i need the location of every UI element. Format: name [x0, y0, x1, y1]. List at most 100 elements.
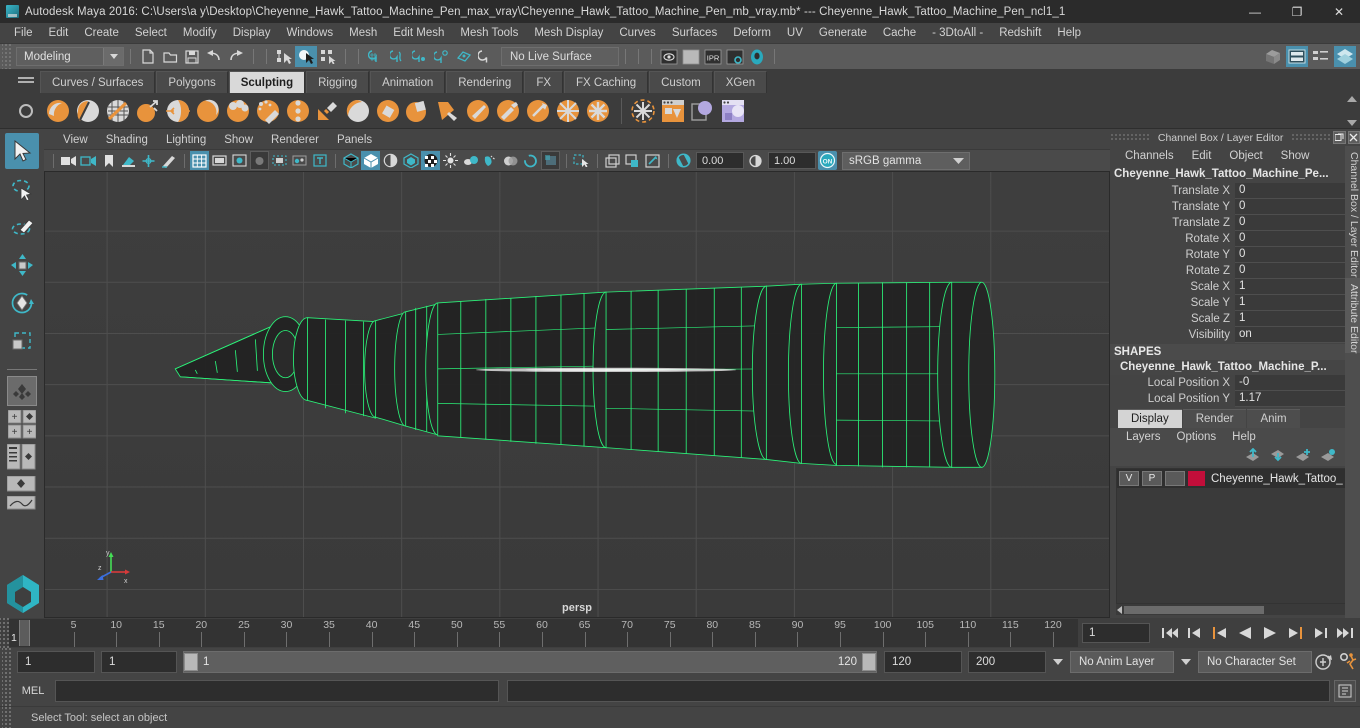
- menu-uv[interactable]: UV: [779, 23, 811, 44]
- ipr-render-icon[interactable]: IPR: [702, 46, 724, 67]
- channel-row-scale-z[interactable]: Scale Z 1: [1110, 311, 1347, 327]
- channel-row-visibility[interactable]: Visibility on: [1110, 327, 1347, 343]
- anim-layer-selector[interactable]: No Anim Layer: [1070, 651, 1174, 673]
- panel-grip[interactable]: [1110, 133, 1150, 142]
- scroll-left-icon[interactable]: [1117, 605, 1122, 614]
- close-icon[interactable]: [1347, 131, 1360, 144]
- menu-cache[interactable]: Cache: [875, 23, 924, 44]
- outliner-persp-layout[interactable]: [7, 442, 37, 472]
- menu-surfaces[interactable]: Surfaces: [664, 23, 725, 44]
- redo-icon[interactable]: [225, 46, 247, 67]
- multisample-aa-icon[interactable]: [501, 151, 520, 170]
- screen-space-ao-icon[interactable]: [461, 151, 480, 170]
- channel-value[interactable]: 1: [1235, 279, 1347, 295]
- channelbox-menu-object[interactable]: Object: [1220, 150, 1271, 162]
- lasso-select-tool[interactable]: [5, 171, 39, 207]
- menu-curves[interactable]: Curves: [611, 23, 663, 44]
- range-start-handle[interactable]: [184, 653, 198, 671]
- channel-box-icon[interactable]: [1334, 46, 1356, 67]
- layer-name[interactable]: Cheyenne_Hawk_Tattoo_: [1208, 473, 1343, 485]
- channel-value[interactable]: 0: [1235, 247, 1347, 263]
- play-backwards-icon[interactable]: [1233, 622, 1256, 644]
- channel-row-rotate-z[interactable]: Rotate Z 0: [1110, 263, 1347, 279]
- depth-of-field-icon[interactable]: [521, 151, 540, 170]
- step-forward-frame-icon[interactable]: [1283, 622, 1306, 644]
- channel-row-rotate-y[interactable]: Rotate Y 0: [1110, 247, 1347, 263]
- menu-mesh-tools[interactable]: Mesh Tools: [452, 23, 526, 44]
- render-settings-icon[interactable]: [724, 46, 746, 67]
- attribute-editor-icon[interactable]: [1286, 46, 1308, 67]
- channel-row-translate-y[interactable]: Translate Y 0: [1110, 199, 1347, 215]
- channel-value[interactable]: 0: [1235, 215, 1347, 231]
- commandline-grip[interactable]: [2, 676, 11, 706]
- character-set-chevron-down-icon[interactable]: [1181, 659, 1191, 665]
- wireframe-shaded-icon[interactable]: [341, 151, 360, 170]
- hscroll-thumb[interactable]: [1124, 605, 1264, 614]
- rotate-tool[interactable]: [5, 285, 39, 321]
- shelf-tab-rigging[interactable]: Rigging: [306, 71, 370, 93]
- channel-value[interactable]: 1.17: [1235, 391, 1347, 407]
- channel-value[interactable]: 1: [1235, 295, 1347, 311]
- tab-anim-layers[interactable]: Anim: [1247, 409, 1300, 428]
- auto-keyframe-icon[interactable]: [1312, 650, 1336, 674]
- current-time-indicator[interactable]: [19, 620, 30, 646]
- channel-row-local-position-y[interactable]: Local Position Y 1.17: [1110, 391, 1347, 407]
- viewport-menu-panels[interactable]: Panels: [328, 134, 381, 146]
- mirror-sculpt-icon[interactable]: [689, 97, 717, 125]
- layer-color-swatch[interactable]: [1188, 471, 1205, 486]
- xray-joints-2-icon[interactable]: [623, 151, 642, 170]
- persp-graph-layout[interactable]: [7, 496, 37, 510]
- range-end-handle[interactable]: [862, 653, 876, 671]
- step-back-keyframe-icon[interactable]: [1183, 622, 1206, 644]
- range-bar[interactable]: 1 120: [183, 651, 877, 673]
- undo-icon[interactable]: [203, 46, 225, 67]
- undock-icon[interactable]: [1333, 131, 1346, 144]
- use-all-lights-icon[interactable]: [421, 151, 440, 170]
- side-tab-channel-box[interactable]: Channel Box / Layer Editor: [1345, 146, 1360, 278]
- menu-file[interactable]: File: [6, 23, 41, 44]
- wax-tool-icon[interactable]: [344, 97, 372, 125]
- amplify-tool-icon[interactable]: [524, 97, 552, 125]
- live-surface-field[interactable]: No Live Surface: [501, 47, 619, 66]
- script-editor-icon[interactable]: [1334, 680, 1356, 702]
- select-tool[interactable]: [5, 133, 39, 169]
- create-new-layer-icon[interactable]: [1294, 448, 1311, 465]
- range-end-field[interactable]: 120: [884, 651, 962, 673]
- channel-value[interactable]: 0: [1235, 231, 1347, 247]
- shelf-tab-curves-surfaces[interactable]: Curves / Surfaces: [40, 71, 156, 93]
- current-frame-field[interactable]: 1: [1082, 623, 1150, 643]
- convert-to-frozen-icon[interactable]: [629, 97, 657, 125]
- anim-start-field[interactable]: 1: [17, 651, 95, 673]
- exposure-icon[interactable]: [674, 151, 693, 170]
- select-by-object-type-icon[interactable]: [295, 46, 317, 67]
- scrape-tool-icon[interactable]: [374, 97, 402, 125]
- gate-mask-icon[interactable]: [250, 151, 269, 170]
- motion-blur-icon[interactable]: [481, 151, 500, 170]
- tool-settings-icon[interactable]: [1310, 46, 1332, 67]
- viewport-menu-shading[interactable]: Shading: [97, 134, 157, 146]
- image-plane-icon[interactable]: [119, 151, 138, 170]
- close-button[interactable]: ✕: [1318, 0, 1360, 23]
- time-slider-track[interactable]: 1 5 10 15 20 25 30 35 40 45 50 55 60 65 70 75 80 85 90 95 1…: [9, 619, 1078, 647]
- gamma-field[interactable]: 1.00: [768, 152, 816, 169]
- shelf-tab-rendering[interactable]: Rendering: [446, 71, 524, 93]
- shadows-icon[interactable]: [441, 151, 460, 170]
- spray-tool-icon[interactable]: [254, 97, 282, 125]
- scale-tool[interactable]: [5, 323, 39, 359]
- range-start-field[interactable]: 1: [101, 651, 177, 673]
- snap-to-curve-icon[interactable]: [387, 46, 409, 67]
- menu-generate[interactable]: Generate: [811, 23, 875, 44]
- chevron-down-icon[interactable]: [947, 153, 969, 169]
- shelf-tab-custom[interactable]: Custom: [649, 71, 713, 93]
- pinch-tool-icon[interactable]: [164, 97, 192, 125]
- save-scene-icon[interactable]: [181, 46, 203, 67]
- four-view-layout[interactable]: + + +: [7, 409, 37, 439]
- move-layer-down-icon[interactable]: [1269, 448, 1286, 465]
- grab-tool-icon[interactable]: [134, 97, 162, 125]
- channel-row-scale-y[interactable]: Scale Y 1: [1110, 295, 1347, 311]
- fill-tool-icon[interactable]: [404, 97, 432, 125]
- flatten-tool-icon[interactable]: [194, 97, 222, 125]
- channel-value[interactable]: -0: [1235, 375, 1347, 391]
- go-to-end-icon[interactable]: [1333, 622, 1356, 644]
- tab-render-layers[interactable]: Render: [1182, 409, 1247, 428]
